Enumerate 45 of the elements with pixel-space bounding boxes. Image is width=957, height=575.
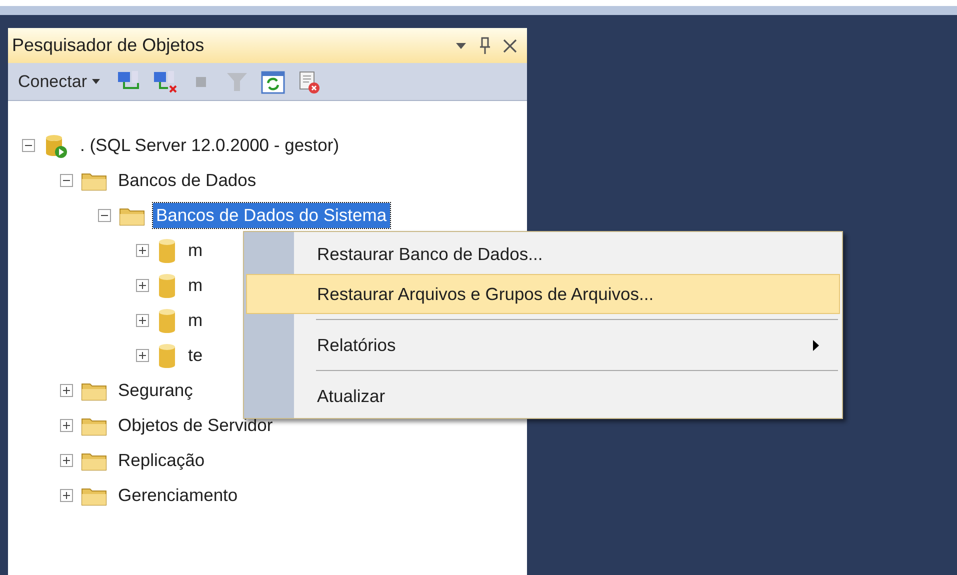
menu-item[interactable]: Relatórios: [246, 325, 840, 365]
folder-icon: [81, 486, 107, 506]
expand-icon[interactable]: [60, 384, 73, 397]
database-icon: [157, 342, 177, 368]
folder-icon: [81, 450, 107, 470]
dropdown-icon[interactable]: [455, 42, 467, 50]
folder-icon: [81, 416, 107, 436]
close-icon[interactable]: [503, 38, 517, 52]
database-icon: [157, 238, 177, 264]
menu-item[interactable]: Atualizar: [246, 376, 840, 416]
tree-item[interactable]: Seguranç: [115, 378, 196, 403]
caret-icon: [92, 79, 100, 84]
connect-button[interactable]: Conectar: [16, 72, 106, 92]
tree-item[interactable]: Objetos de Servidor: [115, 413, 276, 438]
tree-item[interactable]: m: [185, 308, 206, 333]
menu-item[interactable]: Restaurar Arquivos e Grupos de Arquivos...: [246, 274, 840, 314]
expand-icon[interactable]: [60, 489, 73, 502]
tree-item[interactable]: Bancos de Dados: [115, 168, 260, 193]
collapse-icon[interactable]: [22, 139, 35, 152]
tree-item[interactable]: m: [185, 273, 206, 298]
disconnect-icon[interactable]: [152, 68, 178, 94]
tree-item[interactable]: te: [185, 343, 206, 368]
expand-icon[interactable]: [136, 349, 149, 362]
folder-icon: [119, 206, 145, 226]
tree-item[interactable]: m: [185, 238, 206, 263]
folder-icon: [81, 170, 107, 190]
panel-title: Pesquisador de Objetos: [12, 35, 206, 56]
folder-icon: [81, 380, 107, 400]
expand-icon[interactable]: [60, 454, 73, 467]
database-icon: [157, 272, 177, 298]
server-icon: [43, 132, 69, 158]
pin-icon[interactable]: [479, 36, 491, 54]
refresh-icon[interactable]: [260, 68, 286, 94]
collapse-icon[interactable]: [98, 209, 111, 222]
tree-item[interactable]: Replicação: [115, 448, 208, 473]
database-icon: [157, 308, 177, 334]
expand-icon[interactable]: [60, 419, 73, 432]
expand-icon[interactable]: [136, 244, 149, 257]
tree-item[interactable]: . (SQL Server 12.0.2000 - gestor): [77, 133, 342, 158]
tree-item[interactable]: Gerenciamento: [115, 483, 241, 508]
menu-item[interactable]: Restaurar Banco de Dados...: [246, 234, 840, 274]
expand-icon[interactable]: [136, 279, 149, 292]
expand-icon[interactable]: [136, 314, 149, 327]
collapse-icon[interactable]: [60, 174, 73, 187]
tree-item[interactable]: Bancos de Dados do Sistema: [153, 203, 390, 228]
